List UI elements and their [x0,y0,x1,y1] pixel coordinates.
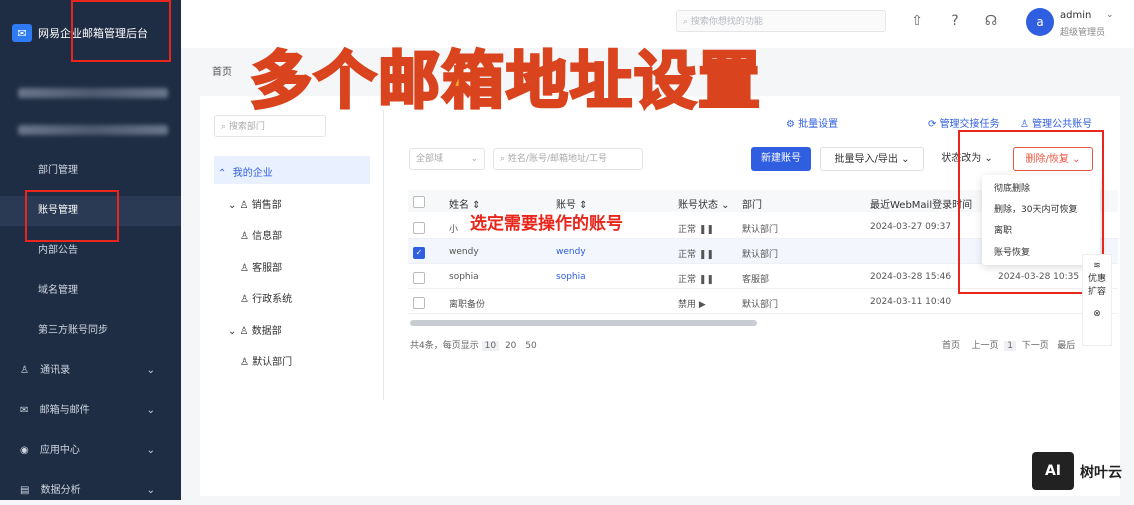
contacts-icon: ♙ [20,365,29,376]
tree-node-admin[interactable]: ♙ 行政系统 [240,290,292,305]
instruction-callout: 选定需要操作的账号 [470,214,623,234]
user-name[interactable]: admin [1060,10,1091,21]
tree-node-service[interactable]: ♙ 客服部 [240,259,282,274]
sidebar-item-third-party-sync[interactable]: 第三方账号同步 [0,316,181,346]
watermark-text: 树叶云 [1080,465,1122,481]
chevron-down-icon: ⌄ [146,365,155,376]
page-size-10[interactable]: 10 [481,341,500,351]
blurred-menu-item [18,88,168,98]
mail-icon: ✉ [20,405,29,416]
chevron-down-icon: ⌄ [146,405,155,416]
account-search-input[interactable]: ⌕ 姓名/账号/邮箱地址/工号 [493,148,643,170]
close-icon[interactable]: ⊗ [1083,309,1111,319]
row-checkbox[interactable] [413,297,425,309]
search-input[interactable]: ⌕ 搜索你想找的功能 [676,10,886,32]
chevron-down-icon[interactable]: ⌄ [1106,10,1114,20]
help-icon[interactable]: ? [946,12,964,30]
row-checkbox[interactable]: ✓ [413,247,425,259]
column-header-last-login[interactable]: 最近WebMail登录时间 [870,196,972,211]
pagination-controls: 首页 上一页 1 下一页 最后 [942,338,1075,351]
sidebar-group-apps[interactable]: ◉ 应用中心 ⌄ [0,437,181,465]
column-header-dept: 部门 [742,200,762,211]
page-size-20[interactable]: 20 [502,341,519,351]
cell-status: 正常 ❚❚ [678,275,714,285]
cell-account[interactable]: sophia [556,272,586,282]
sidebar: ✉ 网易企业邮箱管理后台 部门管理 账号管理 内部公告 域名管理 第三方账号同步… [0,0,181,500]
tree-node-info[interactable]: ♙ 信息部 [240,227,282,242]
current-page[interactable]: 1 [1004,341,1016,351]
watermark-logo: AI [1032,452,1074,490]
import-export-button[interactable]: 批量导入/导出 ⌄ [820,147,924,171]
float-panel[interactable]: ≋ 优惠 扩容 ⊗ [1082,254,1112,346]
panel-divider [383,110,384,400]
next-page-button[interactable]: 下一页 [1022,341,1049,351]
column-header-status[interactable]: 账号状态 ⌄ [678,196,730,211]
tree-node-sales[interactable]: ⌄ ♙ 销售部 [228,196,282,211]
cell-dept: 默认部门 [742,225,779,235]
select-all-checkbox[interactable] [413,196,425,208]
pagination-summary: 共4条，每页显示 10 20 50 [410,338,540,351]
chevron-down-icon: ⌄ [146,445,155,456]
last-page-button[interactable]: 最后 [1057,341,1075,351]
breadcrumb[interactable]: 首页 [212,63,232,78]
highlight-box-accounts [25,190,119,242]
blurred-menu-item [18,125,168,135]
cell-account[interactable]: wendy [556,247,586,257]
user-role: 超级管理员 [1060,28,1106,38]
handover-task-link[interactable]: ⟳ 管理交接任务 [928,115,1000,130]
chevron-down-icon: ⌄ [470,154,478,164]
cell-last-login: 2024-03-27 09:37 [870,222,952,232]
cell-last-login: 2024-03-11 10:40 [870,297,952,307]
cell-name: 小 [449,225,459,235]
tree-node-default[interactable]: ♙ 默认部门 [240,353,292,368]
prev-page-button[interactable]: 上一页 [971,341,998,351]
row-checkbox[interactable] [413,272,425,284]
overlay-title: 多个邮箱地址设置 [248,43,763,119]
upload-icon[interactable]: ⇧ [908,12,926,30]
search-icon: ⌕ [221,122,227,132]
cell-status: 正常 ❚❚ [678,250,714,260]
apps-icon: ◉ [20,445,29,456]
mail-logo-icon: ✉ [12,24,32,42]
headset-icon[interactable]: ☊ [982,12,1000,30]
row-checkbox[interactable] [413,222,425,234]
cell-status: 正常 ❚❚ [678,225,714,235]
tree-node-my-enterprise[interactable]: ⌃ 我的企业 [218,164,273,179]
new-account-button[interactable]: 新建账号 [751,147,811,171]
sidebar-group-contacts[interactable]: ♙ 通讯录 ⌄ [0,357,181,385]
cell-dept: 默认部门 [742,300,779,310]
first-page-button[interactable]: 首页 [942,341,960,351]
cell-last-login: 2024-03-28 15:46 [870,272,952,282]
public-account-link[interactable]: ♙ 管理公共账号 [1020,115,1092,130]
sidebar-group-mailbox[interactable]: ✉ 邮箱与邮件 ⌄ [0,397,181,425]
sidebar-group-analytics[interactable]: ▤ 数据分析 ⌄ [0,477,181,505]
search-icon: ⌕ [683,17,689,27]
page-size-50[interactable]: 50 [522,341,539,351]
layers-icon: ≋ [1093,261,1101,271]
cell-dept: 默认部门 [742,250,779,260]
cell-name: wendy [449,247,479,257]
search-icon: ⌕ [500,154,506,164]
batch-settings-link[interactable]: ⚙ 批量设置 [786,115,838,130]
sidebar-item-domain[interactable]: 域名管理 [0,276,181,306]
analytics-icon: ▤ [20,485,30,496]
highlight-box-brand [71,0,171,62]
tree-node-data[interactable]: ⌄ ♙ 数据部 [228,322,282,337]
chevron-down-icon: ⌄ [146,485,155,496]
cell-status: 禁用 ▶ [678,300,706,310]
cell-name: 离职备份 [449,300,486,310]
sidebar-item-department[interactable]: 部门管理 [0,156,181,186]
domain-filter-select[interactable]: 全部域 ⌄ [409,148,485,170]
horizontal-scrollbar[interactable] [410,320,757,326]
cell-name: sophia [449,272,479,282]
cell-dept: 客服部 [742,275,770,285]
avatar[interactable]: a [1026,8,1054,36]
